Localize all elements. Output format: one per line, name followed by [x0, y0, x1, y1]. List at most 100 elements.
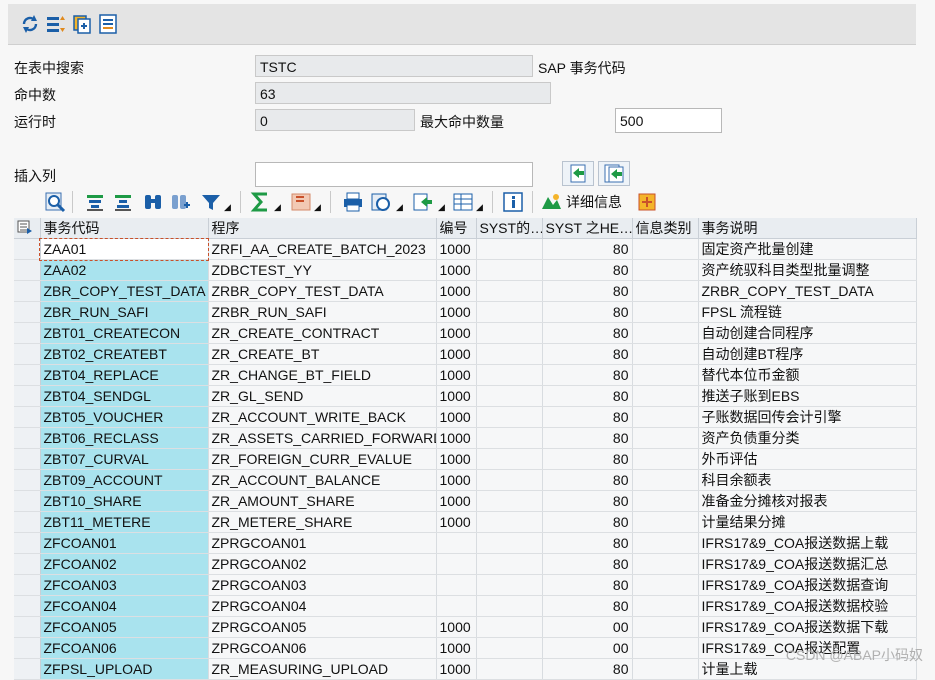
views-icon[interactable]: [370, 191, 392, 213]
table-cell[interactable]: ZDBCTEST_YY: [208, 259, 437, 281]
row-selector[interactable]: [14, 322, 41, 344]
table-cell[interactable]: 80: [542, 511, 633, 533]
table-cell[interactable]: 科目余额表: [698, 469, 917, 491]
column-header[interactable]: 编号: [436, 218, 477, 239]
table-cell[interactable]: 1000: [436, 301, 477, 323]
table-cell[interactable]: ZPRGCOAN01: [208, 532, 437, 554]
sum-icon[interactable]: [250, 191, 272, 213]
table-cell[interactable]: ZAA02: [40, 259, 209, 281]
table-cell[interactable]: [476, 301, 543, 323]
table-cell[interactable]: 自动创建合同程序: [698, 322, 917, 344]
table-cell[interactable]: 80: [542, 532, 633, 554]
table-cell[interactable]: 1000: [436, 448, 477, 470]
table-row[interactable]: ZBT04_SENDGL ZR_GL_SEND 1000 80 推送子账到EBS: [14, 385, 917, 407]
list-icon[interactable]: [98, 14, 118, 34]
table-cell[interactable]: [632, 574, 699, 596]
insert-column-input[interactable]: [255, 162, 533, 187]
table-cell[interactable]: [632, 385, 699, 407]
table-row[interactable]: ZAA01 ZRFI_AA_CREATE_BATCH_2023 1000 80 固定资产…: [14, 237, 917, 261]
sort-ascending-icon[interactable]: [84, 191, 106, 213]
table-cell[interactable]: 外币评估: [698, 448, 917, 470]
table-cell[interactable]: 00: [542, 616, 633, 638]
table-cell[interactable]: [476, 322, 543, 344]
table-cell[interactable]: 80: [542, 448, 633, 470]
table-cell[interactable]: [436, 595, 477, 617]
row-selector[interactable]: [14, 490, 41, 512]
table-cell[interactable]: ZAA01: [39, 237, 209, 261]
table-row[interactable]: ZBT10_SHARE ZR_AMOUNT_SHARE 1000 80 准备金分摊核对报…: [14, 490, 917, 512]
table-cell[interactable]: 80: [542, 301, 633, 323]
table-cell[interactable]: [632, 637, 699, 659]
table-cell[interactable]: 子账数据回传会计引擎: [698, 406, 917, 428]
table-cell[interactable]: IFRS17&9_COA报送数据上载: [698, 532, 917, 554]
find-next-icon[interactable]: [170, 191, 192, 213]
table-cell[interactable]: 80: [542, 595, 633, 617]
row-selector[interactable]: [14, 385, 41, 407]
table-cell[interactable]: ZBT11_METERE: [40, 511, 209, 533]
row-selector[interactable]: [14, 301, 41, 323]
table-cell[interactable]: [436, 532, 477, 554]
row-selector[interactable]: [14, 658, 41, 680]
table-cell[interactable]: 80: [542, 406, 633, 428]
row-selector[interactable]: [14, 364, 41, 386]
row-selector[interactable]: [14, 616, 41, 638]
print-icon[interactable]: [342, 191, 364, 213]
table-cell[interactable]: 1000: [436, 637, 477, 659]
table-cell[interactable]: ZBR_COPY_TEST_DATA: [40, 280, 209, 302]
table-cell[interactable]: ZR_METERE_SHARE: [208, 511, 437, 533]
table-cell[interactable]: ZR_CHANGE_BT_FIELD: [208, 364, 437, 386]
table-cell[interactable]: ZR_ACCOUNT_BALANCE: [208, 469, 437, 491]
table-cell[interactable]: [476, 658, 543, 680]
table-cell[interactable]: ZRBR_COPY_TEST_DATA: [208, 280, 437, 302]
table-cell[interactable]: ZBT04_REPLACE: [40, 364, 209, 386]
table-cell[interactable]: ZBT07_CURVAL: [40, 448, 209, 470]
table-cell[interactable]: 1000: [436, 469, 477, 491]
table-row[interactable]: ZBT09_ACCOUNT ZR_ACCOUNT_BALANCE 1000 80 科目余…: [14, 469, 917, 491]
subtotal-dropdown-icon[interactable]: ◢: [314, 202, 321, 213]
table-cell[interactable]: 固定资产批量创建: [698, 238, 917, 260]
table-cell[interactable]: IFRS17&9_COA报送数据下载: [698, 616, 917, 638]
row-selector[interactable]: [14, 427, 41, 449]
table-cell[interactable]: ZBT01_CREATECON: [40, 322, 209, 344]
table-row[interactable]: ZBT02_CREATEBT ZR_CREATE_BT 1000 80 自动创建BT程序: [14, 343, 917, 365]
table-cell[interactable]: 1000: [436, 385, 477, 407]
table-cell[interactable]: [436, 553, 477, 575]
layout-dropdown-icon[interactable]: ◢: [476, 202, 483, 213]
table-cell[interactable]: 80: [542, 490, 633, 512]
row-selector[interactable]: [14, 469, 41, 491]
table-cell[interactable]: 80: [542, 238, 633, 260]
table-cell[interactable]: ZFCOAN05: [40, 616, 209, 638]
table-cell[interactable]: IFRS17&9_COA报送数据校验: [698, 595, 917, 617]
table-cell[interactable]: 80: [542, 385, 633, 407]
table-cell[interactable]: ZBT10_SHARE: [40, 490, 209, 512]
table-cell[interactable]: ZPRGCOAN02: [208, 553, 437, 575]
row-selector[interactable]: [14, 343, 41, 365]
table-cell[interactable]: [476, 532, 543, 554]
table-cell[interactable]: ZRBR_RUN_SAFI: [208, 301, 437, 323]
find-icon[interactable]: [142, 191, 164, 213]
choose-icon[interactable]: [636, 191, 658, 213]
table-row[interactable]: ZFCOAN03 ZPRGCOAN03 80 IFRS17&9_COA报送数据查询: [14, 574, 917, 596]
table-cell[interactable]: [632, 238, 699, 260]
table-cell[interactable]: 1000: [436, 406, 477, 428]
details-magnifier-icon[interactable]: [44, 191, 66, 213]
table-cell[interactable]: 资产负债重分类: [698, 427, 917, 449]
export-icon[interactable]: [412, 191, 434, 213]
table-cell[interactable]: ZBT02_CREATEBT: [40, 343, 209, 365]
info-icon[interactable]: [502, 191, 524, 213]
sort-descending-icon[interactable]: [112, 191, 134, 213]
table-cell[interactable]: [632, 532, 699, 554]
column-header[interactable]: 事务代码: [40, 218, 209, 239]
table-cell[interactable]: [632, 427, 699, 449]
table-cell[interactable]: 1000: [436, 343, 477, 365]
table-cell[interactable]: [476, 343, 543, 365]
table-cell[interactable]: 80: [542, 553, 633, 575]
row-selector[interactable]: [14, 532, 41, 554]
table-cell[interactable]: [476, 469, 543, 491]
table-cell[interactable]: ZR_ASSETS_CARRIED_FORWARD: [208, 427, 437, 449]
table-cell[interactable]: ZR_AMOUNT_SHARE: [208, 490, 437, 512]
table-cell[interactable]: 1000: [436, 658, 477, 680]
table-cell[interactable]: [632, 595, 699, 617]
table-cell[interactable]: 80: [542, 469, 633, 491]
table-cell[interactable]: [632, 364, 699, 386]
